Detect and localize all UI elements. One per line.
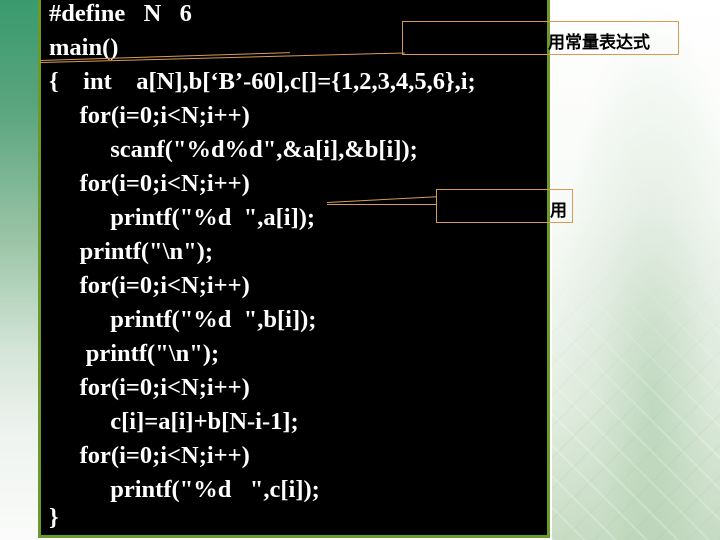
code-line-15: printf("%d ",c[i]); xyxy=(49,476,320,503)
background-keyboard-image xyxy=(552,0,720,540)
code-line-11: printf("\n"); xyxy=(49,340,220,367)
code-line-6: for(i=0;i<N;i++) xyxy=(49,170,250,197)
code-line-12: for(i=0;i<N;i++) xyxy=(49,374,250,401)
keyboard-texture xyxy=(552,0,720,540)
code-line-13: c[i]=a[i]+b[N-i-1]; xyxy=(49,408,299,435)
code-line-1: #define N 6 xyxy=(49,0,192,27)
left-gradient-strip xyxy=(0,0,40,540)
code-line-5: scanf("%d%d",&a[i],&b[i]); xyxy=(49,136,418,163)
code-line-7: printf("%d ",a[i]); xyxy=(49,204,316,231)
callout-pointer-2b xyxy=(327,204,437,205)
callout-text-2: 用 xyxy=(550,201,567,221)
code-line-16: } xyxy=(49,504,59,531)
code-line-9: for(i=0;i<N;i++) xyxy=(49,272,250,299)
code-line-10: printf("%d ",b[i]); xyxy=(49,306,317,333)
code-panel: #define N 6 main() { int a[N],b[‘B’-60],… xyxy=(38,0,550,538)
callout-text-constant-expression: 用常量表达式 xyxy=(548,33,650,53)
code-line-14: for(i=0;i<N;i++) xyxy=(49,442,250,469)
code-line-3: { int a[N],b[‘B’-60],c[]={1,2,3,4,5,6},i… xyxy=(49,68,476,95)
code-line-4: for(i=0;i<N;i++) xyxy=(49,102,250,129)
code-line-8: printf("\n"); xyxy=(49,238,213,265)
